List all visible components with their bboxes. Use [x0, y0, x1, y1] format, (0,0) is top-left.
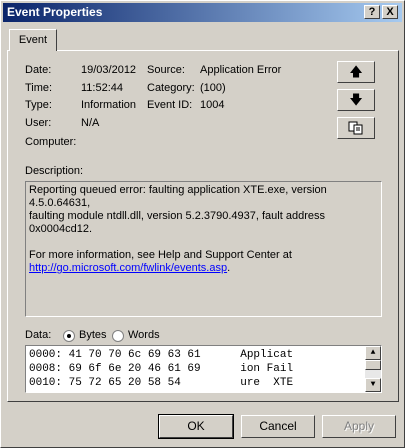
data-row: 0008: 69 6f 6e 20 46 61 69 ion Fail — [29, 363, 294, 375]
description-box[interactable]: Reporting queued error: faulting applica… — [25, 181, 382, 317]
time-value: 11:52:44 — [81, 82, 124, 94]
eventid-label: Event ID: — [147, 99, 193, 111]
words-radio[interactable] — [112, 330, 124, 342]
link-suffix: . — [227, 262, 231, 274]
description-label: Description: — [25, 165, 84, 177]
title-bar[interactable]: Event Properties ? X — [3, 3, 402, 22]
bytes-label[interactable]: Bytes — [79, 329, 107, 341]
user-value[interactable]: N/A — [81, 117, 99, 129]
window-title: Event Properties — [7, 5, 103, 19]
source-value: Application Error — [200, 64, 282, 76]
type-label: Type: — [25, 99, 52, 111]
close-button[interactable]: X — [382, 5, 398, 19]
apply-button[interactable]: Apply — [322, 415, 396, 438]
type-value: Information — [81, 99, 137, 111]
scroll-up-arrow-icon[interactable]: ▲ — [365, 346, 381, 360]
computer-label: Computer: — [25, 136, 77, 148]
copy-icon — [348, 121, 363, 135]
help-button[interactable]: ? — [364, 5, 380, 19]
scroll-thumb[interactable] — [365, 360, 381, 370]
data-row: 0000: 41 70 70 6c 69 63 61 Applicat — [29, 349, 294, 361]
arrow-up-icon: 🡅 — [349, 64, 363, 79]
data-label: Data: — [25, 329, 52, 341]
category-label: Category: — [147, 82, 195, 94]
scroll-down-arrow-icon[interactable]: ▼ — [365, 378, 381, 392]
words-label[interactable]: Words — [128, 329, 160, 341]
ok-button[interactable]: OK — [158, 414, 234, 439]
data-box[interactable]: 0000: 41 70 70 6c 69 63 61 Applicat 0008… — [25, 345, 382, 393]
previous-event-button[interactable]: 🡅 — [337, 61, 375, 83]
eventid-value: 1004 — [200, 99, 225, 111]
tab-event[interactable]: Event — [9, 29, 57, 51]
user-label: User: — [25, 117, 52, 129]
description-line-3: For more information, see Help and Suppo… — [29, 249, 292, 261]
time-label: Time: — [25, 82, 53, 94]
description-line-2: faulting module ntdll.dll, version 5.2.3… — [29, 210, 325, 235]
next-event-button[interactable]: 🡇 — [337, 89, 375, 111]
category-value: (100) — [200, 82, 226, 94]
bytes-radio[interactable] — [63, 330, 75, 342]
description-line-1: Reporting queued error: faulting applica… — [29, 184, 327, 209]
copy-button[interactable] — [337, 117, 375, 139]
event-properties-dialog: Event Properties ? X Event Date: 19/03/2… — [0, 0, 405, 448]
data-row: 0010: 75 72 65 20 58 54 ure XTE — [29, 377, 294, 389]
help-link[interactable]: http://go.microsoft.com/fwlink/events.as… — [29, 262, 227, 274]
cancel-button[interactable]: Cancel — [241, 415, 315, 438]
date-label: Date: — [25, 64, 52, 76]
data-scrollbar[interactable]: ▲ ▼ — [365, 346, 381, 392]
source-label: Source: — [147, 64, 185, 76]
date-value: 19/03/2012 — [81, 64, 137, 76]
arrow-down-icon: 🡇 — [349, 92, 363, 107]
